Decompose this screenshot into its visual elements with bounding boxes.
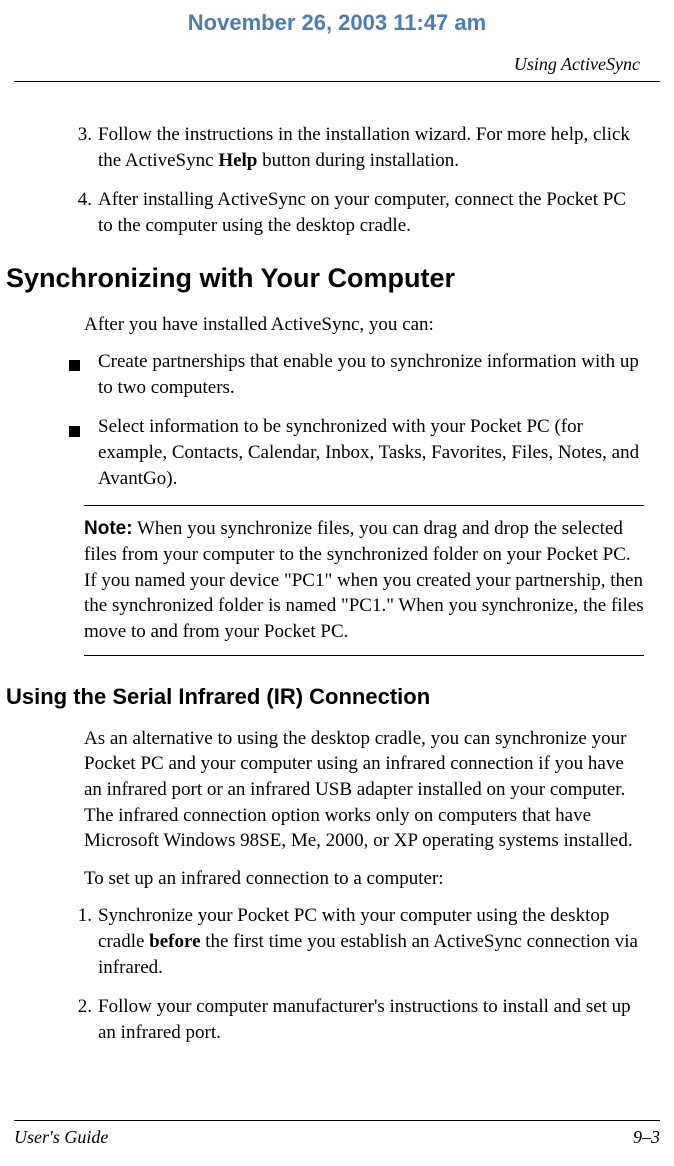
step-number: 1. [20,903,98,980]
heading-infrared: Using the Serial Infrared (IR) Connectio… [6,684,654,710]
note-text: When you synchronize files, you can drag… [84,518,644,642]
header-date: November 26, 2003 11:47 am [0,0,674,54]
step-number: 3. [20,122,98,173]
bold-text: before [149,931,200,952]
step-text: Follow your computer manufacturer's inst… [98,994,654,1045]
heading-synchronizing: Synchronizing with Your Computer [6,263,654,294]
bullet-marker [20,414,98,491]
paragraph: As an alternative to using the desktop c… [84,726,644,854]
header-section-title: Using ActiveSync [14,54,660,82]
step-text: After installing ActiveSync on your comp… [98,187,654,238]
step-item: 3. Follow the instructions in the instal… [20,122,654,173]
paragraph: To set up an infrared connection to a co… [84,866,644,892]
step-item: 4. After installing ActiveSync on your c… [20,187,654,238]
page-footer: User's Guide 9–3 [14,1120,660,1148]
bullet-text: Create partnerships that enable you to s… [98,349,654,400]
step-item: 1. Synchronize your Pocket PC with your … [20,903,654,980]
step-number: 2. [20,994,98,1045]
paragraph: After you have installed ActiveSync, you… [84,312,644,338]
square-bullet-icon [69,426,80,437]
footer-page-number: 9–3 [633,1127,660,1148]
text-segment: button during installation. [257,150,459,171]
step-number: 4. [20,187,98,238]
bold-text: Help [218,150,257,171]
bullet-item: Create partnerships that enable you to s… [20,349,654,400]
text-segment: After installing ActiveSync on your comp… [98,189,626,236]
text-segment: Follow your computer manufacturer's inst… [98,996,631,1043]
step-item: 2. Follow your computer manufacturer's i… [20,994,654,1045]
footer-left: User's Guide [14,1127,108,1148]
bullet-item: Select information to be synchronized wi… [20,414,654,491]
page-content: 3. Follow the instructions in the instal… [0,82,674,1046]
bullet-text: Select information to be synchronized wi… [98,414,654,491]
step-text: Follow the instructions in the installat… [98,122,654,173]
step-text: Synchronize your Pocket PC with your com… [98,903,654,980]
square-bullet-icon [69,360,80,371]
note-block: Note: When you synchronize files, you ca… [84,505,644,655]
bullet-marker [20,349,98,400]
note-label: Note: [84,518,133,539]
